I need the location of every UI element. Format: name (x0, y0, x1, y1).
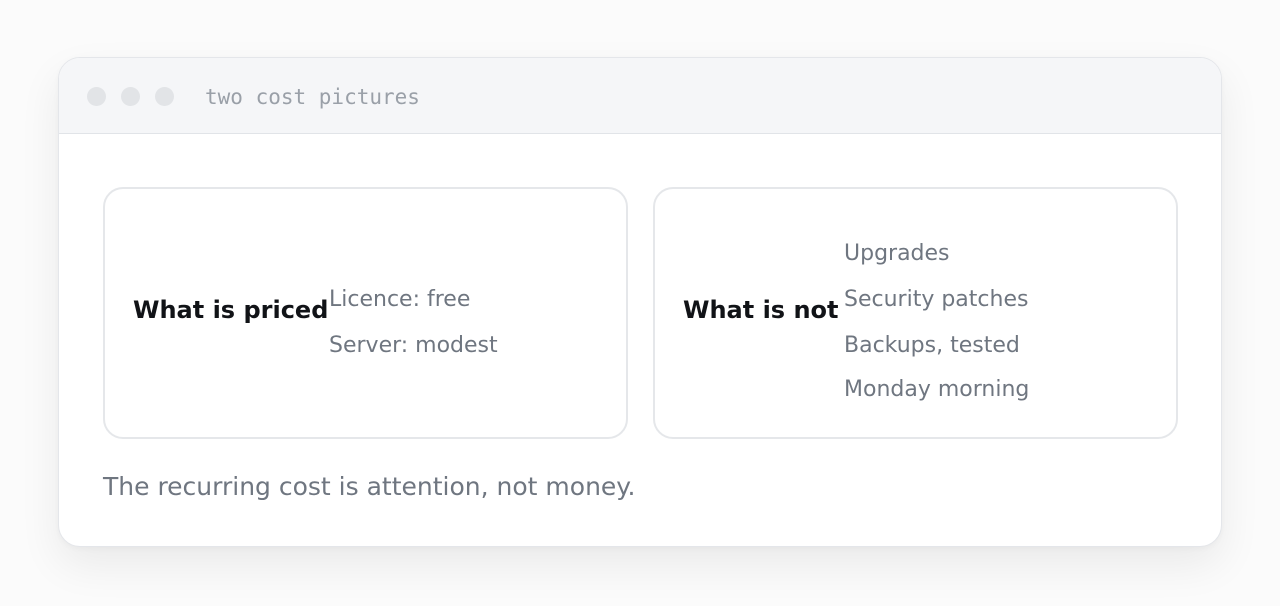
close-window-dot-icon[interactable] (87, 87, 106, 106)
not-priced-item-backups-tested: Backups, tested (844, 333, 1020, 358)
app-window: two cost pictures What is priced Licence… (58, 57, 1222, 547)
maximize-window-dot-icon[interactable] (155, 87, 174, 106)
not-priced-item-monday-morning: Monday morning (844, 377, 1030, 402)
window-titlebar: two cost pictures (59, 58, 1221, 134)
summary-note: The recurring cost is attention, not mon… (103, 472, 636, 501)
window-title: two cost pictures (205, 85, 420, 109)
priced-card-label: What is priced (133, 296, 329, 324)
minimize-window-dot-icon[interactable] (121, 87, 140, 106)
priced-card: What is priced Licence: free Server: mod… (103, 187, 628, 439)
not-priced-item-upgrades: Upgrades (844, 241, 950, 266)
not-priced-card-label: What is not (683, 296, 839, 324)
not-priced-card: What is not Upgrades Security patches Ba… (653, 187, 1178, 439)
priced-item-server: Server: modest (329, 333, 498, 358)
priced-item-licence: Licence: free (329, 287, 471, 312)
not-priced-item-security-patches: Security patches (844, 287, 1029, 312)
